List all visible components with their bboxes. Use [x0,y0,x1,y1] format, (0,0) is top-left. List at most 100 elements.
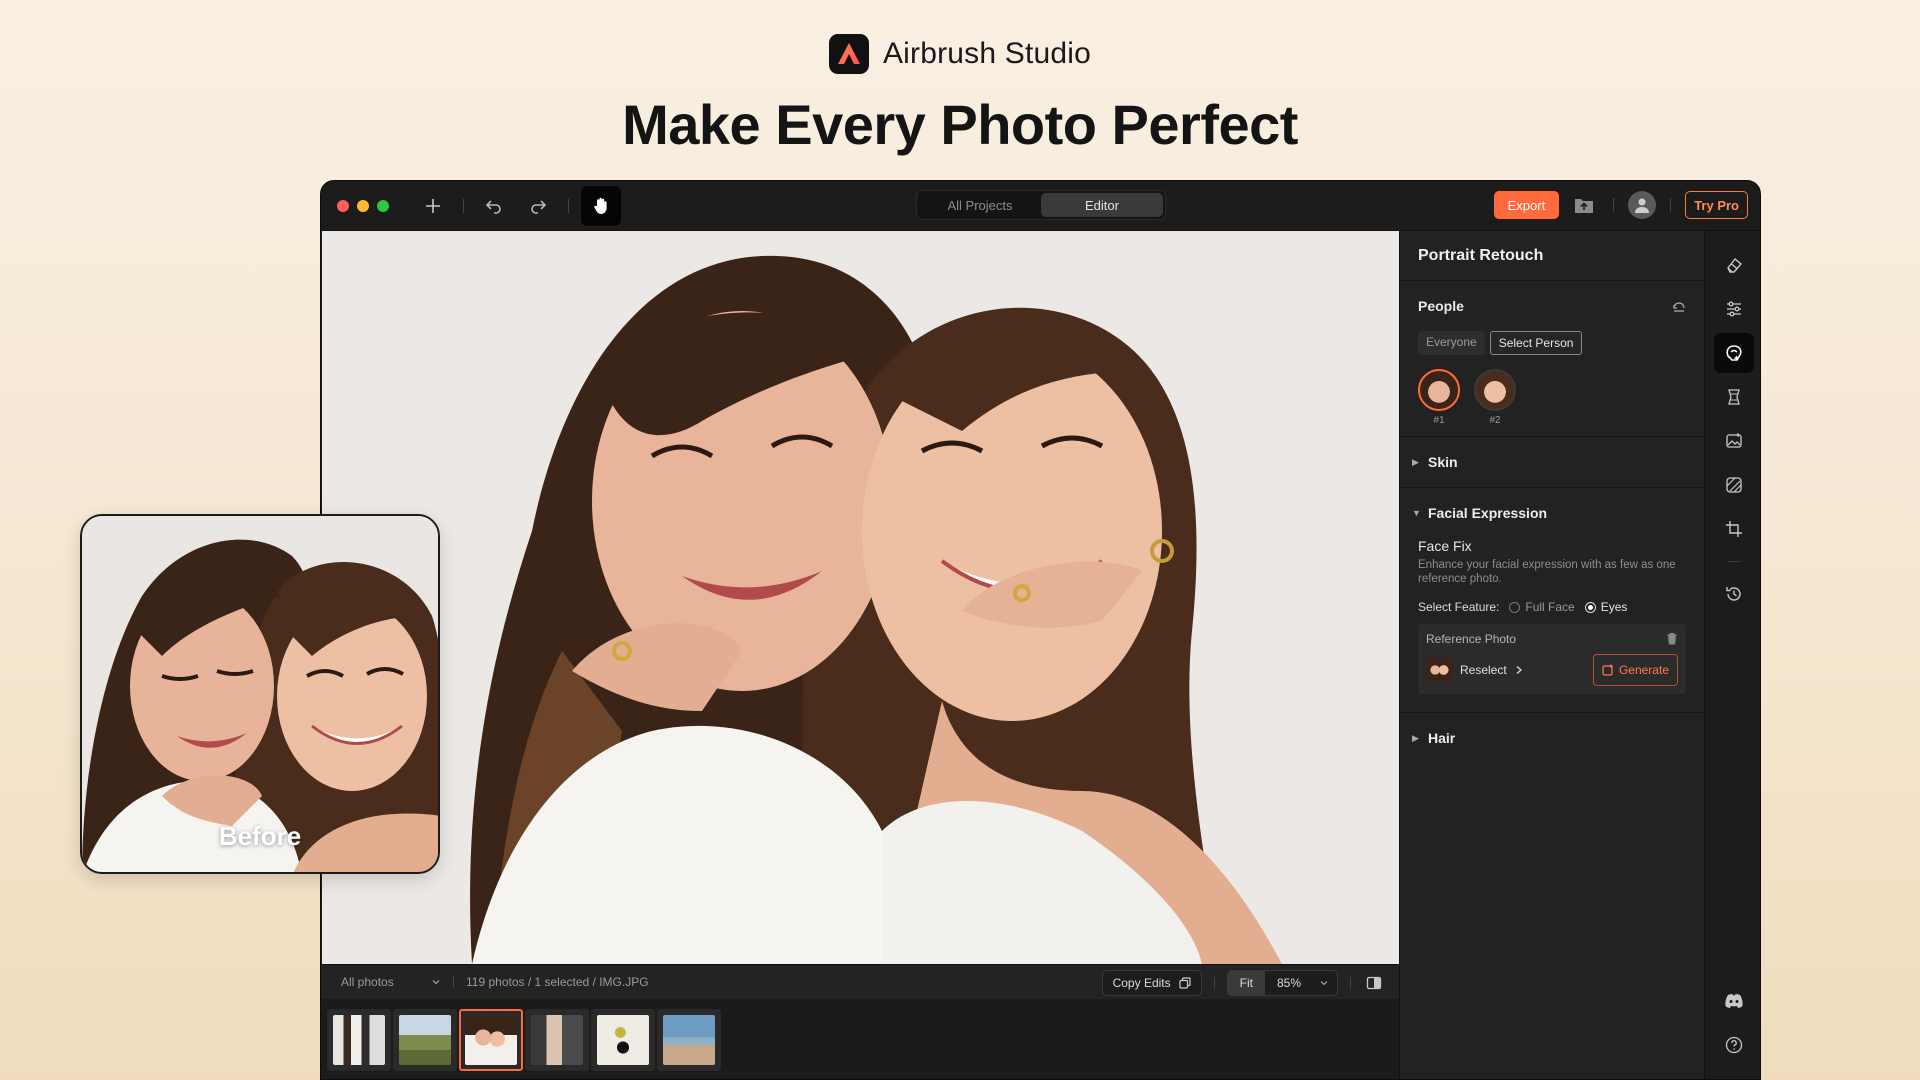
maximize-window-button[interactable] [377,199,389,212]
filmstrip-thumb[interactable] [327,1009,391,1071]
filmstrip-thumb-selected[interactable] [459,1009,523,1071]
mask-tool-button[interactable] [1714,465,1754,505]
body-tool-button[interactable] [1714,377,1754,417]
filmstrip-thumb[interactable] [657,1009,721,1071]
redo-button[interactable] [520,188,556,224]
history-button[interactable] [1714,574,1754,614]
face-retouch-icon [1725,345,1742,361]
reselect-button[interactable]: Reselect [1426,658,1523,682]
window-controls [337,199,389,212]
chevron-down-icon [432,980,440,985]
divider [1613,198,1615,212]
photo-filter-dropdown[interactable]: All photos [341,975,441,989]
redo-icon [531,199,547,214]
divider [1350,977,1351,989]
radio-circle [1584,601,1596,613]
upload-folder-icon [1575,199,1594,213]
user-avatar[interactable] [1628,191,1657,219]
copy-edits-button[interactable]: Copy Edits [1101,970,1202,996]
add-button[interactable] [415,188,451,224]
reset-icon[interactable] [1672,299,1686,313]
enhance-tool-button[interactable] [1714,421,1754,461]
discord-icon [1725,994,1743,1008]
body-icon [1727,389,1740,405]
portrait-retouch-tool-button[interactable] [1713,333,1754,373]
user-icon [1635,198,1650,213]
eraser-icon [1726,257,1742,273]
brand-name: Airbrush Studio [882,37,1092,70]
filmstrip [321,999,1399,1079]
before-preview-card: Before [80,514,440,874]
skin-header[interactable]: ▶ Skin [1400,437,1704,487]
hair-header[interactable]: ▶ Hair [1400,713,1704,763]
people-header: People [1400,281,1704,331]
divider [1726,561,1741,562]
undo-button[interactable] [476,188,512,224]
discord-button[interactable] [1714,981,1754,1021]
skin-label: Skin [1428,454,1458,470]
tool-rail [1704,231,1760,1079]
hand-icon [594,197,607,214]
close-window-button[interactable] [337,199,349,212]
export-button[interactable]: Export [1493,191,1560,219]
filmstrip-thumb[interactable] [591,1009,655,1071]
people-mode-toggle: Everyone Select Person [1400,331,1704,355]
mask-icon [1725,477,1742,493]
select-person-option[interactable]: Select Person [1489,331,1583,355]
hair-section: ▶ Hair [1400,713,1704,763]
portrait-retouch-panel: Portrait Retouch People Everyone Select … [1399,231,1704,1079]
compare-button[interactable] [1363,969,1385,997]
filmstrip-thumb[interactable] [525,1009,589,1071]
person-label: #1 [1433,415,1445,426]
generate-button[interactable]: Generate [1592,654,1678,686]
divider [1670,198,1672,212]
tab-editor[interactable]: Editor [1041,193,1163,217]
feature-selector: Select Feature: Full Face Eyes [1418,600,1686,614]
fit-button[interactable]: Fit [1227,971,1265,995]
minimize-window-button[interactable] [357,199,369,212]
generate-label: Generate [1618,663,1669,677]
tab-all-projects[interactable]: All Projects [919,193,1041,217]
zoom-control: Fit 85% [1226,970,1338,996]
photo-canvas[interactable] [322,231,1399,964]
zoom-dropdown[interactable]: 85% [1265,976,1337,990]
caret-down-icon: ▼ [1412,508,1421,518]
crop-tool-button[interactable] [1714,509,1754,549]
caret-right-icon: ▶ [1412,732,1419,743]
help-icon [1725,1036,1743,1054]
person-1[interactable]: #1 [1418,369,1460,426]
status-bar: All photos 119 photos / 1 selected / IMG… [321,964,1399,999]
skin-section: ▶ Skin [1400,437,1704,488]
person-2[interactable]: #2 [1474,369,1516,426]
reselect-label: Reselect [1460,663,1507,677]
caret-right-icon: ▶ [1412,456,1419,467]
face-fix-body: Face Fix Enhance your facial expression … [1400,538,1704,712]
help-button[interactable] [1714,1025,1754,1065]
people-label: People [1418,298,1464,314]
copy-icon [1179,977,1191,989]
airbrush-logo-icon [828,34,869,74]
view-controls: Copy Edits Fit 85% [1101,969,1385,997]
hand-tool-button[interactable] [581,185,621,226]
person-avatar [1418,369,1460,411]
filmstrip-thumb[interactable] [393,1009,457,1071]
hair-label: Hair [1428,730,1456,746]
sliders-icon [1726,301,1741,317]
trash-icon[interactable] [1666,632,1678,645]
facial-expression-header[interactable]: ▼ Facial Expression [1400,488,1704,538]
facial-expression-section: ▼ Facial Expression Face Fix Enhance you… [1400,488,1704,713]
view-switcher: All Projects Editor [916,190,1166,220]
divider [1213,977,1215,989]
toolbar-tools [415,185,621,226]
eyes-label: Eyes [1600,600,1628,614]
everyone-option[interactable]: Everyone [1418,331,1485,355]
full-face-radio[interactable]: Full Face [1509,600,1575,614]
reference-photo-label: Reference Photo [1426,632,1517,646]
reference-photo-header: Reference Photo [1426,632,1678,646]
eyes-radio[interactable]: Eyes [1584,600,1628,614]
try-pro-button[interactable]: Try Pro [1685,191,1748,219]
history-icon [1725,587,1741,601]
adjust-tool-button[interactable] [1714,289,1754,329]
upload-button[interactable] [1569,191,1599,219]
eraser-tool-button[interactable] [1714,245,1754,285]
